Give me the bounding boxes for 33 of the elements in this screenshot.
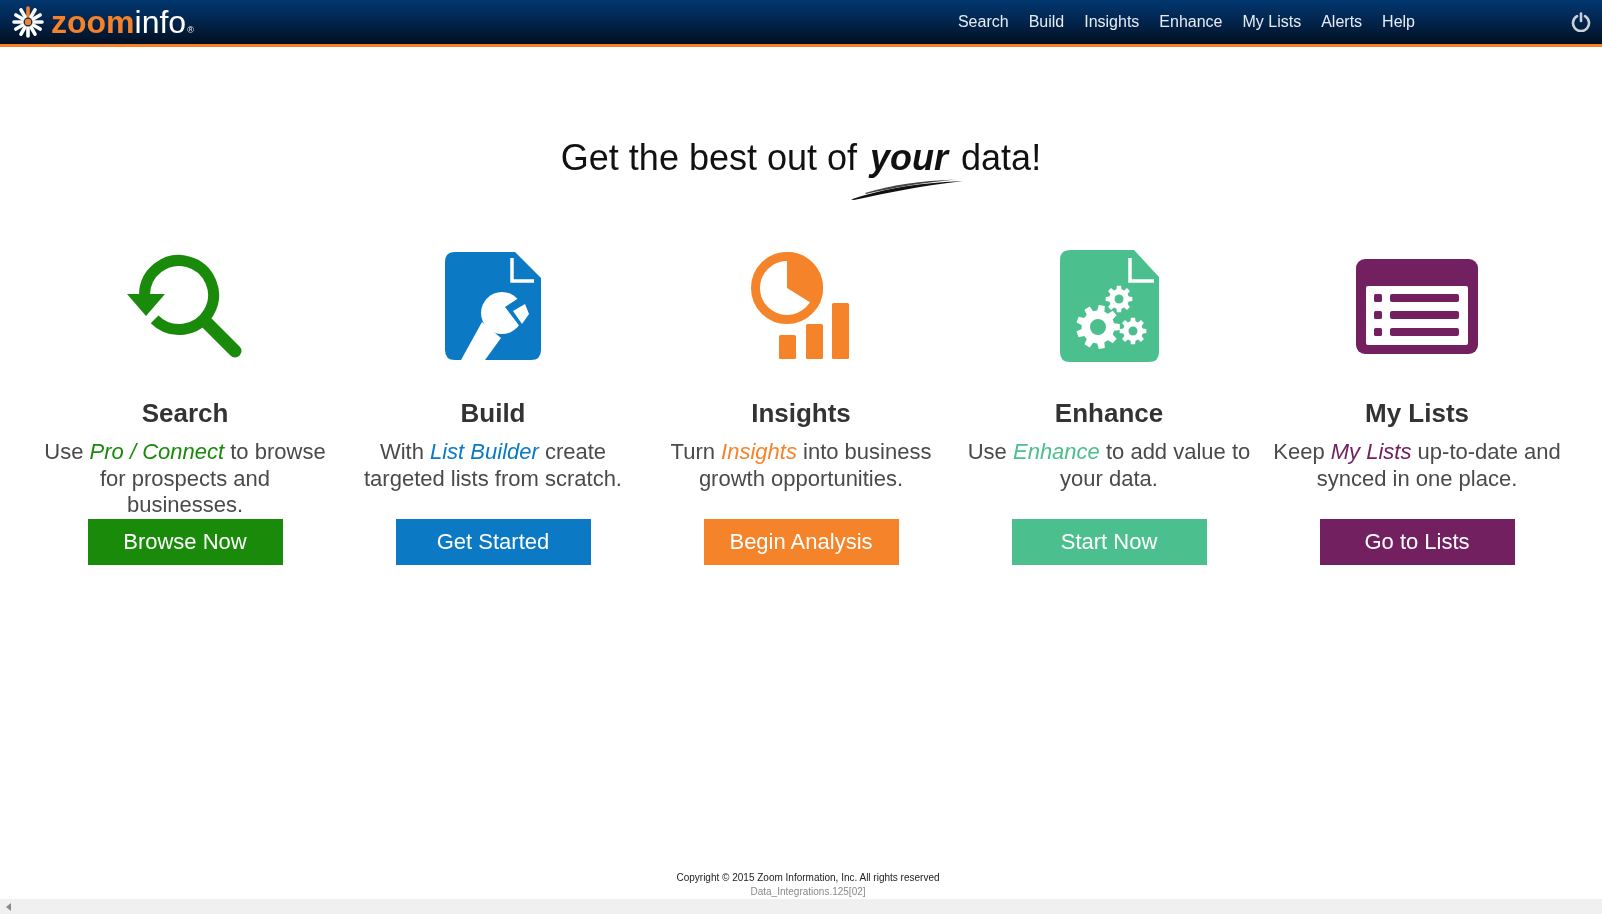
- nav-link[interactable]: Alerts: [1311, 0, 1373, 44]
- document-gears-icon: [1059, 250, 1159, 362]
- copyright-text: Copyright © 2015 Zoom Information, Inc. All rights reserved: [675, 871, 941, 885]
- feature-description: Turn Insights into business growth opportunities.: [669, 439, 933, 493]
- feature-title: Enhance: [1054, 398, 1164, 429]
- document-wrench-icon: [445, 252, 541, 360]
- magnifier-with-arrow-icon: [127, 254, 243, 358]
- left-arrow-icon[interactable]: [6, 902, 11, 911]
- action-button[interactable]: Browse Now: [87, 518, 283, 565]
- build-version-text: Data_Integrations.125[02]: [749, 885, 867, 899]
- nav-link[interactable]: Help: [1372, 0, 1425, 44]
- nav-link[interactable]: Build: [1018, 0, 1075, 44]
- horizontal-scrollbar[interactable]: [0, 899, 1602, 914]
- feature-title: Build: [460, 398, 526, 429]
- action-button[interactable]: Get Started: [395, 518, 591, 565]
- nav-link[interactable]: Insights: [1074, 0, 1150, 44]
- sunburst-logo-icon: [12, 6, 44, 38]
- feature-description: With List Builder create targeted lists from scratch.: [363, 439, 623, 493]
- power-icon[interactable]: [1571, 12, 1591, 32]
- list-window-icon: [1356, 258, 1478, 354]
- nav-link[interactable]: Search: [947, 0, 1019, 44]
- feature-title: My Lists: [1365, 398, 1469, 429]
- nav-link[interactable]: Enhance: [1149, 0, 1233, 44]
- logo-wordmark[interactable]: zoominfo®: [51, 6, 194, 38]
- action-button[interactable]: Go to Lists: [1319, 518, 1515, 565]
- headline: Get the best out of your data!: [559, 136, 1043, 179]
- feature-description: Use Enhance to add value to your data.: [966, 439, 1252, 493]
- feature-title: Insights: [751, 398, 851, 429]
- feature-description: Use Pro / Connect to browse for prospects and businesses.: [43, 439, 327, 519]
- pie-and-bar-chart-icon: [751, 251, 851, 361]
- nav-link[interactable]: My Lists: [1232, 0, 1312, 44]
- feature-title: Search: [141, 398, 229, 429]
- feature-description: Keep My Lists up-to-date and synced in one place.: [1272, 439, 1562, 493]
